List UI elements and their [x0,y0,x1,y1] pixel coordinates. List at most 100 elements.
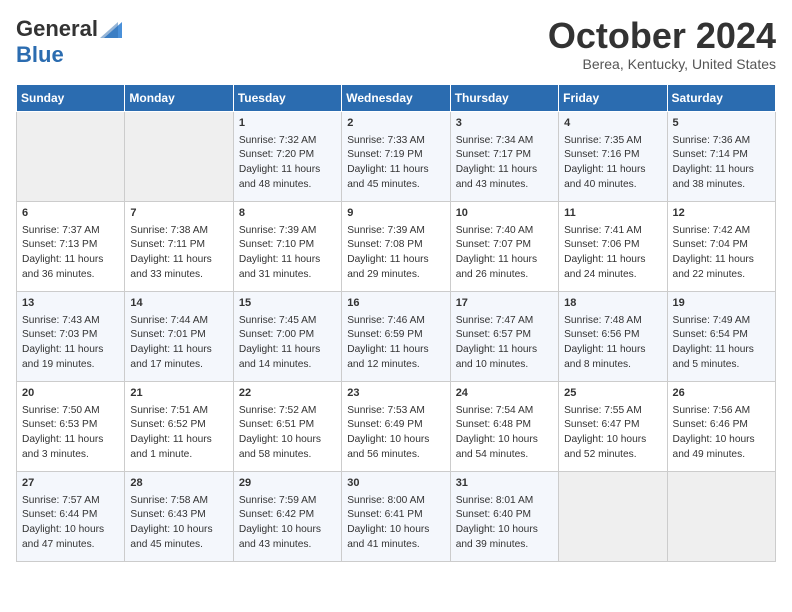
calendar-cell: 24 Sunrise: 7:54 AMSunset: 6:48 PMDayligh… [450,381,558,471]
calendar-body: 1Sunrise: 7:32 AMSunset: 7:20 PMDaylight… [17,111,776,561]
day-info: Sunrise: 7:39 AM [239,224,336,239]
day-info: Sunset: 6:56 PM [564,328,661,343]
calendar-cell: 5Sunrise: 7:36 AMSunset: 7:14 PMDaylight… [667,111,775,201]
week-row-1: 6Sunrise: 7:37 AMSunset: 7:13 PMDaylight… [17,201,776,291]
day-number: 12 [673,206,770,222]
day-info: Sunset: 7:16 PM [564,148,661,163]
day-number: 10 [456,206,553,222]
day-info: Sunrise: 7:35 AM [564,134,661,149]
day-info: Sunset: 7:08 PM [347,238,444,253]
day-number: 25 [564,386,661,402]
calendar-cell: 19Sunrise: 7:49 AMSunset: 6:54 PMDayligh… [667,291,775,381]
day-info: Sunset: 7:14 PM [673,148,770,163]
logo-text-blue: Blue [16,42,64,67]
day-info: Sunrise: 7:59 AM [239,494,336,509]
day-number: 24 [456,386,553,402]
day-info: Sunrise: 7:50 AM [22,404,119,419]
calendar-cell: 12Sunrise: 7:42 AMSunset: 7:04 PMDayligh… [667,201,775,291]
calendar-cell: 8Sunrise: 7:39 AMSunset: 7:10 PMDaylight… [233,201,341,291]
day-info: Sunrise: 7:48 AM [564,314,661,329]
day-info: Sunset: 6:42 PM [239,508,336,523]
day-info: Sunrise: 7:41 AM [564,224,661,239]
day-info: Daylight: 11 hours and 14 minutes. [239,343,336,373]
calendar-cell [17,111,125,201]
day-info: Sunrise: 7:42 AM [673,224,770,239]
day-info: Sunset: 6:48 PM [456,418,553,433]
day-info: Sunset: 6:52 PM [130,418,227,433]
day-info: Sunrise: 7:32 AM [239,134,336,149]
day-info: Daylight: 11 hours and 8 minutes. [564,343,661,373]
day-number: 15 [239,296,336,312]
logo: General Blue [16,16,122,68]
day-info: Daylight: 11 hours and 45 minutes. [347,163,444,193]
day-number: 18 [564,296,661,312]
day-info: Daylight: 11 hours and 24 minutes. [564,253,661,283]
calendar-cell: 9Sunrise: 7:39 AMSunset: 7:08 PMDaylight… [342,201,450,291]
day-info: Sunrise: 7:33 AM [347,134,444,149]
day-number: 4 [564,116,661,132]
calendar-cell: 31 Sunrise: 8:01 AMSunset: 6:40 PMDayligh… [450,471,558,561]
day-info: Sunrise: 7:38 AM [130,224,227,239]
day-info: Daylight: 11 hours and 43 minutes. [456,163,553,193]
day-info: Daylight: 10 hours and 54 minutes. [456,433,553,463]
day-number: 11 [564,206,661,222]
day-info: Sunset: 6:40 PM [456,508,553,523]
month-title: October 2024 [548,16,776,56]
day-info: Sunset: 6:53 PM [22,418,119,433]
day-info: Daylight: 11 hours and 12 minutes. [347,343,444,373]
day-info: Sunrise: 7:43 AM [22,314,119,329]
day-info: Sunrise: 7:51 AM [130,404,227,419]
calendar-table: SundayMondayTuesdayWednesdayThursdayFrid… [16,84,776,562]
day-info: Sunset: 6:59 PM [347,328,444,343]
day-info: Daylight: 11 hours and 29 minutes. [347,253,444,283]
day-info: Sunset: 7:03 PM [22,328,119,343]
calendar-cell: 6Sunrise: 7:37 AMSunset: 7:13 PMDaylight… [17,201,125,291]
calendar-cell: 17Sunrise: 7:47 AMSunset: 6:57 PMDayligh… [450,291,558,381]
header-cell-saturday: Saturday [667,84,775,111]
day-info: Sunrise: 7:40 AM [456,224,553,239]
day-info: Daylight: 10 hours and 39 minutes. [456,523,553,553]
day-info: Sunset: 6:47 PM [564,418,661,433]
day-number: 19 [673,296,770,312]
day-info: Sunrise: 7:34 AM [456,134,553,149]
header-cell-friday: Friday [559,84,667,111]
logo-text-general: General [16,16,98,42]
day-number: 30 [347,476,444,492]
calendar-cell: 27Sunrise: 7:57 AMSunset: 6:44 PMDayligh… [17,471,125,561]
day-info: Sunset: 6:46 PM [673,418,770,433]
header-row: SundayMondayTuesdayWednesdayThursdayFrid… [17,84,776,111]
day-info: Daylight: 11 hours and 5 minutes. [673,343,770,373]
day-info: Daylight: 11 hours and 40 minutes. [564,163,661,193]
day-number: 8 [239,206,336,222]
day-info: Daylight: 11 hours and 10 minutes. [456,343,553,373]
calendar-cell: 10Sunrise: 7:40 AMSunset: 7:07 PMDayligh… [450,201,558,291]
day-info: Sunrise: 7:54 AM [456,404,553,419]
header-cell-tuesday: Tuesday [233,84,341,111]
day-info: Daylight: 11 hours and 1 minute. [130,433,227,463]
day-number: 23 [347,386,444,402]
day-info: Sunset: 7:04 PM [673,238,770,253]
day-info: Daylight: 10 hours and 58 minutes. [239,433,336,463]
day-info: Sunset: 6:54 PM [673,328,770,343]
day-info: Sunset: 7:11 PM [130,238,227,253]
day-info: Sunrise: 7:36 AM [673,134,770,149]
day-info: Sunrise: 7:57 AM [22,494,119,509]
header-cell-sunday: Sunday [17,84,125,111]
day-info: Sunset: 7:07 PM [456,238,553,253]
day-info: Daylight: 11 hours and 19 minutes. [22,343,119,373]
day-info: Sunset: 6:44 PM [22,508,119,523]
calendar-cell: 11Sunrise: 7:41 AMSunset: 7:06 PMDayligh… [559,201,667,291]
day-number: 9 [347,206,444,222]
location-label: Berea, Kentucky, United States [548,56,776,72]
day-info: Daylight: 10 hours and 43 minutes. [239,523,336,553]
day-number: 31 [456,476,553,492]
week-row-3: 20Sunrise: 7:50 AMSunset: 6:53 PMDayligh… [17,381,776,471]
day-info: Sunset: 7:10 PM [239,238,336,253]
calendar-cell: 30Sunrise: 8:00 AMSunset: 6:41 PMDayligh… [342,471,450,561]
header-cell-monday: Monday [125,84,233,111]
day-number: 17 [456,296,553,312]
day-info: Sunrise: 8:01 AM [456,494,553,509]
header-cell-wednesday: Wednesday [342,84,450,111]
header-cell-thursday: Thursday [450,84,558,111]
calendar-cell: 25Sunrise: 7:55 AMSunset: 6:47 PMDayligh… [559,381,667,471]
